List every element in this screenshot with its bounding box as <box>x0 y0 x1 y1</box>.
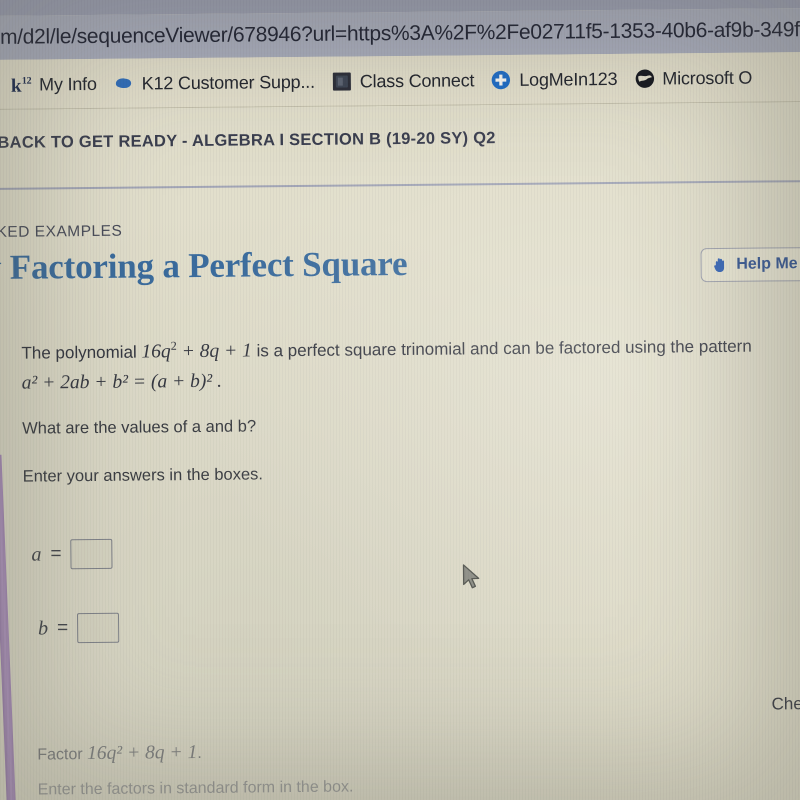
bookmarks-bar: ogin k 12 My Info K12 Customer Supp... <box>0 52 800 111</box>
hand-icon <box>709 254 731 276</box>
answer-variable-b: b <box>37 616 49 640</box>
next-prompt-post: . <box>197 744 202 762</box>
next-prompt-math: 16q² + 8q + 1 <box>87 742 198 765</box>
question-text: What are the values of a and b? <box>22 417 257 438</box>
header-divider <box>0 179 800 191</box>
next-problem-prompt: Factor 16q² + 8q + 1. <box>37 742 202 766</box>
equals-sign: = <box>57 617 69 639</box>
bookmark-my-info[interactable]: k 12 My Info <box>10 73 97 96</box>
bookmark-label: Class Connect <box>359 70 475 92</box>
dark-square-icon <box>331 70 353 92</box>
browser-window: com/d2l/le/sequenceViewer/678946?url=htt… <box>0 0 800 800</box>
screen-photo: com/d2l/le/sequenceViewer/678946?url=htt… <box>0 0 800 800</box>
next-problem-instruction: Enter the factors in standard form in th… <box>37 778 354 799</box>
bookmark-class-connect[interactable]: Class Connect <box>331 69 475 92</box>
answer-row-b: b = <box>37 612 120 644</box>
blue-plus-circle-icon <box>490 69 512 91</box>
section-kicker: ORKED EXAMPLES <box>0 222 123 242</box>
problem-question: What are the values of a and b? <box>22 417 256 438</box>
bookmark-logmein123[interactable]: LogMeIn123 <box>490 68 617 91</box>
answer-input-a[interactable] <box>70 538 113 570</box>
equals-sign: = <box>50 543 62 565</box>
svg-text:12: 12 <box>22 76 32 87</box>
k12-logo-icon: k 12 <box>10 74 32 96</box>
problem-polynomial: 16q2 + 8q + 1 <box>141 338 252 363</box>
answer-row-a: a = <box>31 538 113 570</box>
help-me-label: Help Me <box>736 255 798 273</box>
bookmark-label: LogMeIn123 <box>519 68 618 90</box>
help-me-button[interactable]: Help Me <box>700 246 800 283</box>
answer-input-b[interactable] <box>77 612 120 644</box>
dark-globe-icon <box>633 68 655 90</box>
problem-intro-pre: The polynomial <box>21 342 142 363</box>
url-text[interactable]: com/d2l/le/sequenceViewer/678946?url=htt… <box>0 18 800 50</box>
breadcrumb[interactable]: BACK TO GET READY - ALGEBRA I SECTION B … <box>0 129 496 153</box>
check-answer-button[interactable]: Check A <box>771 694 800 715</box>
problem-intro-post: is a perfect square trinomial and can be… <box>251 336 752 361</box>
svg-text:k: k <box>11 76 22 96</box>
answer-variable-a: a <box>31 542 42 566</box>
bookmark-label: K12 Customer Supp... <box>141 71 315 94</box>
blue-blob-icon <box>113 73 135 95</box>
problem-statement: The polynomial 16q2 + 8q + 1 is a perfec… <box>21 334 800 396</box>
lesson-page: BACK TO GET READY - ALGEBRA I SECTION B … <box>0 102 800 800</box>
problem-instruction: Enter your answers in the boxes. <box>23 465 263 486</box>
bookmark-microsoft-office[interactable]: Microsoft O <box>633 67 752 90</box>
page-title: ry Factoring a Perfect Square <box>0 243 408 288</box>
next-prompt-pre: Factor <box>37 746 88 764</box>
instruction-text: Enter your answers in the boxes. <box>22 465 264 486</box>
bookmark-label: My Info <box>39 73 97 95</box>
problem-pattern: a² + 2ab + b² = (a + b)² . <box>21 370 223 394</box>
mouse-cursor <box>462 563 484 591</box>
bookmark-k12-customer-support[interactable]: K12 Customer Supp... <box>113 71 315 95</box>
bookmark-label: Microsoft O <box>662 67 753 89</box>
purple-side-strip <box>0 454 22 800</box>
address-bar[interactable]: com/d2l/le/sequenceViewer/678946?url=htt… <box>0 8 800 61</box>
